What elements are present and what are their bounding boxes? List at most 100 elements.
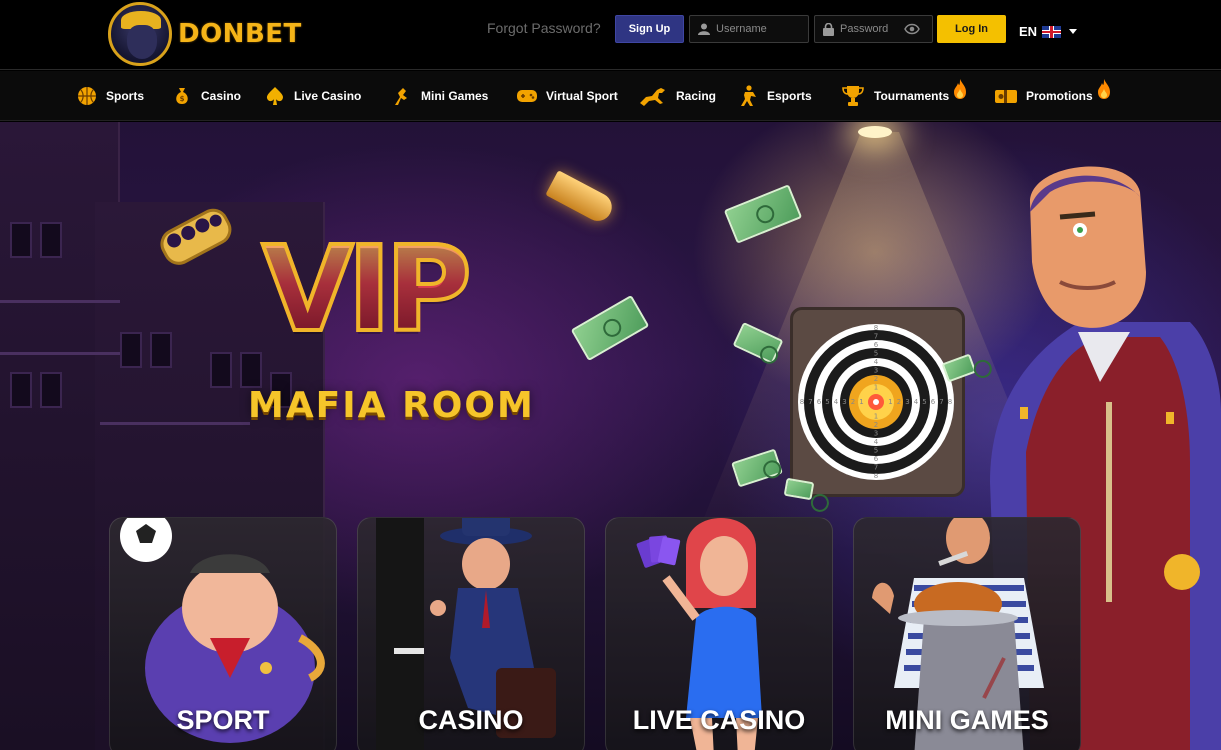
target-number: 8 — [874, 472, 878, 480]
nav-item-live-casino[interactable]: Live Casino — [264, 71, 361, 121]
language-selector[interactable]: EN — [1019, 24, 1078, 39]
target-number: 3 — [842, 398, 846, 406]
target-number: 4 — [874, 438, 879, 446]
hero-subtitle: MAFIA ROOM — [248, 385, 535, 426]
show-password-icon[interactable] — [904, 23, 920, 35]
target-number: 7 — [874, 464, 878, 472]
target-number: 5 — [922, 398, 926, 406]
uk-flag-icon — [1042, 25, 1062, 38]
building-window — [10, 372, 32, 408]
password-field[interactable]: Password — [814, 15, 933, 43]
nav-label: Casino — [201, 89, 242, 103]
target-number: 2 — [851, 398, 855, 406]
bullet-icon — [545, 170, 617, 226]
building-window — [240, 352, 262, 388]
password-placeholder: Password — [840, 23, 889, 35]
spotlight-lamp — [858, 126, 892, 138]
category-card-live-casino[interactable]: LIVE CASINO — [605, 517, 833, 750]
nav-item-tournaments[interactable]: Tournaments — [840, 71, 967, 121]
target-number: 1 — [874, 413, 878, 421]
mini-games-icon — [391, 85, 413, 107]
building-window — [150, 332, 172, 368]
spade-icon — [264, 85, 286, 107]
target-number: 7 — [939, 398, 943, 406]
target-number: 6 — [817, 398, 822, 406]
target-number: 3 — [874, 430, 878, 438]
target-number: 8 — [874, 324, 878, 332]
username-field[interactable]: Username — [689, 15, 809, 43]
target-number: 1 — [874, 384, 878, 392]
hero-banner[interactable]: 88887777666655554444333322221111 VIP MAF… — [0, 122, 1221, 750]
target-number: 6 — [874, 341, 879, 349]
brand-logo[interactable]: DONBET — [108, 2, 302, 66]
cash-bill-icon — [723, 184, 803, 244]
nav-item-promotions[interactable]: Promotions — [994, 71, 1111, 121]
gift-ticket-icon — [994, 85, 1018, 107]
target-number: 1 — [888, 398, 892, 406]
fire-icon — [1097, 79, 1110, 99]
nav-item-casino[interactable]: $ Casino — [171, 71, 241, 121]
gamepad-icon — [516, 85, 538, 107]
chevron-down-icon — [1069, 29, 1078, 34]
esports-player-icon — [737, 85, 759, 107]
nav-item-racing[interactable]: Racing — [638, 71, 716, 121]
lock-icon — [823, 22, 834, 36]
nav-item-sports[interactable]: Sports — [76, 71, 144, 121]
sign-up-button[interactable]: Sign Up — [615, 15, 684, 43]
balcony-rail — [0, 300, 120, 303]
hero-title: VIP — [260, 220, 474, 358]
nav-label: Mini Games — [421, 89, 489, 103]
fire-icon — [954, 79, 967, 99]
target-number: 4 — [914, 398, 919, 406]
nav-item-esports[interactable]: Esports — [737, 71, 812, 121]
nav-label: Promotions — [1026, 89, 1093, 103]
category-card-sport[interactable]: SPORT — [109, 517, 337, 750]
nav-label: Live Casino — [294, 89, 362, 103]
target-number: 4 — [834, 398, 839, 406]
target-number: 7 — [874, 333, 878, 341]
brand-name: DONBET — [178, 19, 302, 49]
user-icon — [698, 23, 710, 35]
forgot-password-link[interactable]: Forgot Password? — [487, 20, 601, 48]
target-number: 3 — [905, 398, 909, 406]
card-title: SPORT — [176, 705, 270, 735]
target-number: 4 — [874, 358, 879, 366]
balcony-rail — [0, 352, 120, 355]
building-window — [120, 332, 142, 368]
money-bag-icon: $ — [171, 85, 193, 107]
category-card-mini-games[interactable]: MINI GAMES — [853, 517, 1081, 750]
dartboard-target: 8 8887 7776 6665 5554 4443 3332 2221 111 — [798, 324, 954, 480]
svg-text:$: $ — [180, 95, 185, 103]
log-in-button[interactable]: Log In — [937, 15, 1006, 43]
cash-bill-icon — [570, 294, 650, 362]
building-window — [40, 372, 62, 408]
target-number: 3 — [874, 367, 878, 375]
nav-item-virtual-sport[interactable]: Virtual Sport — [516, 71, 618, 121]
nav-label: Virtual Sport — [546, 89, 618, 103]
nav-item-mini-games[interactable]: Mini Games — [391, 71, 488, 121]
nav-label: Esports — [767, 89, 812, 103]
target-number: 1 — [859, 398, 863, 406]
nav-label: Sports — [106, 89, 145, 103]
building-window — [10, 222, 32, 258]
target-number: 5 — [874, 350, 878, 358]
brass-knuckles-icon — [160, 208, 232, 265]
trophy-icon — [840, 85, 866, 107]
card-title: MINI GAMES — [885, 705, 1049, 735]
username-placeholder: Username — [716, 23, 767, 35]
target-number: 5 — [825, 398, 829, 406]
card-title: LIVE CASINO — [632, 705, 806, 735]
building-window — [210, 352, 232, 388]
logo-badge-icon — [108, 2, 172, 66]
category-card-casino[interactable]: CASINO — [357, 517, 585, 750]
target-number: 8 — [800, 398, 804, 406]
nav-label: Racing — [676, 89, 717, 103]
main-nav: Sports $ Casino Live Casino Mini Games V… — [0, 71, 1221, 121]
target-number: 7 — [808, 398, 812, 406]
target-number: 2 — [874, 375, 878, 383]
basketball-icon — [76, 85, 98, 107]
cash-bill-icon — [732, 321, 784, 365]
target-number: 6 — [874, 455, 879, 463]
building-window — [40, 222, 62, 258]
target-number: 5 — [874, 447, 878, 455]
